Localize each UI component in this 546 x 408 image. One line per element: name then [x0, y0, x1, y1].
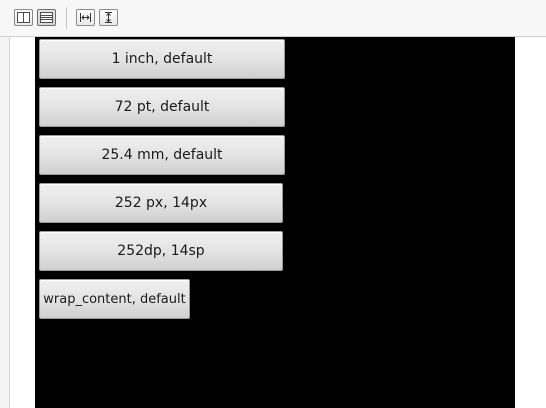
split-columns-icon[interactable] — [14, 9, 33, 26]
list-layout-icon[interactable] — [37, 9, 56, 26]
device-screen: 1 inch, default 72 pt, default 25.4 mm, … — [35, 37, 515, 408]
editor-toolbar — [0, 0, 546, 37]
button-wrap-content[interactable]: wrap_content, default — [39, 279, 190, 319]
fit-height-icon[interactable] — [99, 9, 118, 26]
layout-editor: 1 inch, default 72 pt, default 25.4 mm, … — [0, 0, 546, 408]
button-1-inch[interactable]: 1 inch, default — [39, 39, 285, 79]
toolbar-separator — [66, 7, 67, 29]
fit-width-icon[interactable] — [76, 9, 95, 26]
canvas-gutter — [0, 37, 10, 408]
button-25-4-mm[interactable]: 25.4 mm, default — [39, 135, 285, 175]
canvas-right-margin — [515, 37, 546, 408]
canvas-left-margin — [0, 37, 35, 408]
button-252-dp[interactable]: 252dp, 14sp — [39, 231, 283, 271]
button-72-pt[interactable]: 72 pt, default — [39, 87, 285, 127]
button-252-px[interactable]: 252 px, 14px — [39, 183, 283, 223]
